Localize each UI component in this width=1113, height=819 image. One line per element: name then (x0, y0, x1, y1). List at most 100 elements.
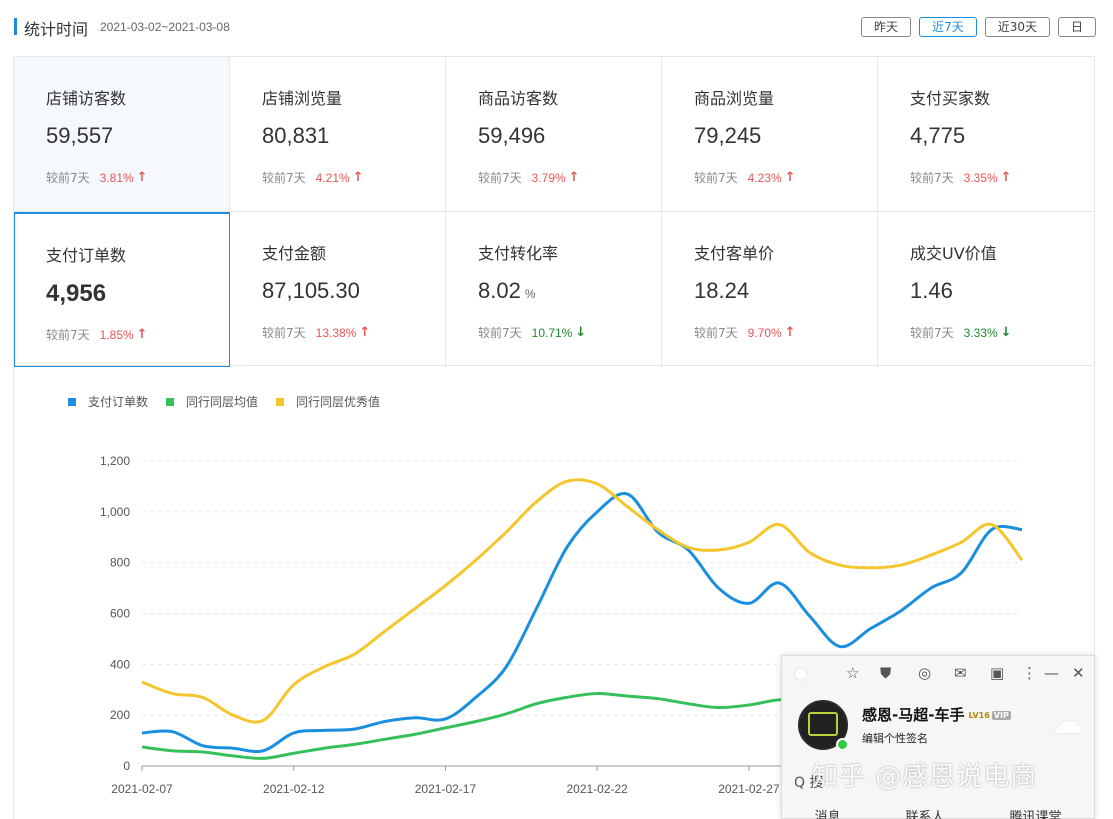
more-icon[interactable]: ⋮ (1022, 664, 1037, 682)
x-tick-label: 2021-02-17 (415, 782, 477, 796)
metric-card[interactable]: 支付买家数 4,775 较前7天 3.35% ↑ (878, 57, 1094, 212)
metric-value-text: 4,956 (46, 280, 107, 307)
metric-label: 店铺访客数 (46, 89, 127, 108)
metric-label: 支付转化率 (478, 244, 559, 263)
vip-badge: VIP (991, 711, 1011, 720)
comparison-label: 较前7天 (478, 171, 522, 185)
arrow-up-icon: ↑ (359, 325, 371, 340)
arrow-up-icon: ↑ (352, 170, 364, 185)
comparison-percent: 9.70% (747, 325, 782, 340)
comparison-percent: 1.85% (99, 327, 134, 342)
mail-icon[interactable]: ✉ (954, 664, 967, 682)
arrow-up-icon: ↑ (136, 327, 148, 342)
period-buttons: 昨天 近7天 近30天 日 (861, 17, 1096, 37)
metric-value-text: 59,557 (46, 123, 114, 148)
close-icon[interactable]: ✕ (1072, 664, 1085, 682)
arrow-down-icon: ↓ (575, 325, 587, 340)
minimize-icon[interactable]: — (1044, 664, 1059, 682)
metric-card[interactable]: 店铺访客数 59,557 较前7天 3.81% ↑ (14, 57, 230, 212)
x-tick-label: 2021-02-07 (111, 782, 173, 796)
metric-comparison: 较前7天 4.23% ↑ (694, 169, 796, 186)
metric-value: 8.02% (478, 278, 536, 304)
metric-comparison: 较前7天 13.38% ↑ (262, 324, 370, 341)
bag-icon[interactable]: ▣ (990, 664, 1004, 682)
metric-card[interactable]: 支付金额 87,105.30 较前7天 13.38% ↑ (230, 212, 446, 367)
watermark: 知乎 @感恩说电商 (812, 762, 1038, 792)
comparison-label: 较前7天 (478, 326, 522, 340)
metric-card[interactable]: 支付转化率 8.02% 较前7天 10.71% ↓ (446, 212, 662, 367)
metric-unit: % (524, 287, 536, 301)
comparison-percent: 4.23% (747, 170, 782, 185)
metric-card[interactable]: 成交UV价值 1.46 较前7天 3.33% ↓ (878, 212, 1094, 367)
metric-label: 支付订单数 (46, 246, 127, 265)
comparison-percent: 3.79% (531, 170, 566, 185)
metric-value: 4,775 (910, 123, 965, 149)
stats-title: 统计时间 (24, 20, 89, 39)
y-tick-label: 400 (110, 657, 130, 671)
metric-value: 87,105.30 (262, 278, 360, 304)
metric-value-text: 1.46 (910, 278, 953, 303)
y-tick-label: 1,200 (100, 454, 130, 468)
comparison-percent: 10.71% (531, 325, 573, 340)
period-day-button[interactable]: 日 (1057, 17, 1096, 37)
metric-value-text: 8.02 (478, 278, 521, 303)
medal-icon[interactable]: ◎ (918, 664, 931, 682)
metric-value-text: 18.24 (694, 278, 750, 303)
y-tick-label: 0 (123, 759, 130, 773)
qq-icon[interactable]: ● (794, 664, 807, 682)
signature-field[interactable]: 编辑个性签名 (862, 730, 928, 746)
metric-value-text: 4,775 (910, 123, 966, 148)
metric-card[interactable]: 商品浏览量 79,245 较前7天 4.23% ↑ (662, 57, 878, 212)
tab-contacts[interactable]: 联系人 (905, 806, 944, 819)
y-tick-label: 1,000 (100, 505, 130, 519)
y-tick-label: 200 (110, 708, 130, 722)
metric-card[interactable]: 支付订单数 4,956 较前7天 1.85% ↑ (14, 212, 230, 367)
metric-value: 79,245 (694, 123, 761, 149)
comparison-percent: 4.21% (315, 170, 350, 185)
metric-label: 商品浏览量 (694, 89, 775, 108)
metric-value: 59,557 (46, 123, 113, 149)
metric-card[interactable]: 支付客单价 18.24 较前7天 9.70% ↑ (662, 212, 878, 367)
metric-comparison: 较前7天 3.33% ↓ (910, 324, 1012, 341)
comparison-label: 较前7天 (46, 328, 90, 342)
metric-card[interactable]: 商品访客数 59,496 较前7天 3.79% ↑ (446, 57, 662, 212)
comparison-label: 较前7天 (46, 171, 90, 185)
shirt-icon[interactable]: ⛊ (880, 664, 891, 682)
metric-value-text: 79,245 (694, 123, 762, 148)
period-yesterday-button[interactable]: 昨天 (861, 17, 912, 37)
metrics-grid: 店铺访客数 59,557 较前7天 3.81% ↑ 店铺浏览量 80,831 较前7天 4.21… (13, 56, 1095, 367)
comparison-percent: 13.38% (315, 325, 357, 340)
metric-value-text: 87,105.30 (262, 278, 360, 303)
comparison-label: 较前7天 (262, 171, 306, 185)
weather-icon: ☁ (1050, 702, 1084, 742)
star-icon[interactable]: ☆ (846, 664, 859, 682)
metric-label: 商品访客数 (478, 89, 559, 108)
metric-value: 80,831 (262, 123, 329, 149)
y-tick-label: 800 (110, 556, 130, 570)
level-badge: LV16 (968, 711, 990, 720)
arrow-up-icon: ↑ (1000, 170, 1012, 185)
metric-comparison: 较前7天 4.21% ↑ (262, 169, 364, 186)
avatar-logo (808, 712, 838, 736)
online-status-icon (836, 738, 849, 751)
metric-label: 支付客单价 (694, 244, 775, 263)
period-7days-button[interactable]: 近7天 (919, 17, 977, 37)
qq-panel: ● ☆ ⛊ ◎ ✉ ▣ ⋮ — ✕ 感恩-马超-车手 LV16 VIP 编辑个性签名… (781, 655, 1095, 819)
arrow-up-icon: ↑ (568, 170, 580, 185)
metric-label: 支付金额 (262, 244, 327, 263)
comparison-label: 较前7天 (694, 171, 738, 185)
period-30days-button[interactable]: 近30天 (984, 17, 1050, 37)
comparison-percent: 3.81% (99, 170, 134, 185)
metric-card[interactable]: 店铺浏览量 80,831 较前7天 4.21% ↑ (230, 57, 446, 212)
profile-name: 感恩-马超-车手 LV16 VIP (862, 704, 1011, 725)
tab-messages[interactable]: 消息 (814, 806, 840, 819)
metric-value-text: 80,831 (262, 123, 330, 148)
metric-comparison: 较前7天 10.71% ↓ (478, 324, 586, 341)
metric-value: 18.24 (694, 278, 749, 304)
title-accent-bar (14, 18, 17, 35)
metric-value: 1.46 (910, 278, 953, 304)
comparison-label: 较前7天 (910, 326, 954, 340)
y-tick-label: 600 (110, 607, 130, 621)
tab-tencent-classroom[interactable]: 腾讯课堂 (1009, 806, 1061, 819)
arrow-up-icon: ↑ (784, 170, 796, 185)
